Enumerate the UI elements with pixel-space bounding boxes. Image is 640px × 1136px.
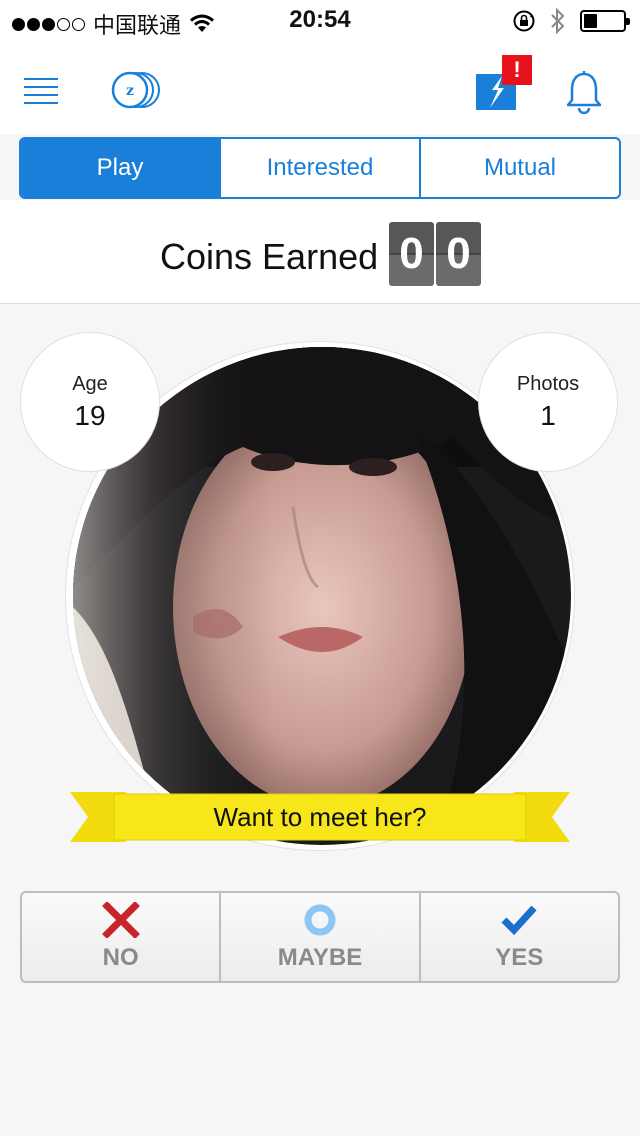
prompt-text: Want to meet her? bbox=[213, 801, 427, 832]
tab-bar: Play Interested Mutual bbox=[19, 137, 621, 199]
coins-earned-label: Coins Earned bbox=[160, 236, 379, 277]
status-bar: 中国联通 20:54 bbox=[0, 0, 640, 40]
tab-play[interactable]: Play bbox=[21, 139, 219, 197]
checkmark-icon bbox=[501, 905, 537, 936]
no-button-label: NO bbox=[102, 944, 139, 971]
coins-digit: 0 bbox=[436, 222, 481, 286]
rotation-lock-icon bbox=[513, 10, 535, 32]
logo-letter: z bbox=[126, 83, 134, 99]
age-stat: Age 19 bbox=[20, 332, 160, 472]
yes-button-label: YES bbox=[495, 944, 544, 971]
age-value: 19 bbox=[74, 400, 106, 431]
bell-icon[interactable] bbox=[564, 70, 604, 114]
battery-icon bbox=[580, 10, 630, 32]
maybe-button-label: MAYBE bbox=[277, 944, 363, 971]
circle-icon bbox=[304, 904, 336, 936]
bluetooth-icon bbox=[551, 8, 565, 34]
coins-counter: 0 0 bbox=[389, 222, 481, 286]
tab-interested[interactable]: Interested bbox=[219, 139, 419, 197]
yes-button[interactable]: YES bbox=[418, 893, 618, 981]
age-label: Age bbox=[72, 373, 108, 395]
photos-value: 1 bbox=[540, 400, 556, 431]
maybe-button[interactable]: MAYBE bbox=[219, 893, 418, 981]
coins-digit: 0 bbox=[389, 222, 434, 286]
hamburger-menu-icon[interactable] bbox=[24, 78, 58, 104]
status-right bbox=[512, 8, 630, 34]
decision-buttons: NO MAYBE YES bbox=[20, 891, 620, 983]
coins-logo-icon[interactable]: z bbox=[110, 70, 160, 110]
photos-stat[interactable]: Photos 1 bbox=[478, 332, 618, 472]
notification-badge: ! bbox=[502, 55, 532, 85]
app-header: z ! bbox=[0, 40, 640, 134]
photos-label: Photos bbox=[516, 373, 580, 395]
no-button[interactable]: NO bbox=[22, 893, 219, 981]
tab-mutual[interactable]: Mutual bbox=[419, 139, 619, 197]
coins-earned-row: Coins Earned 0 0 bbox=[0, 200, 640, 304]
x-icon bbox=[101, 902, 140, 938]
